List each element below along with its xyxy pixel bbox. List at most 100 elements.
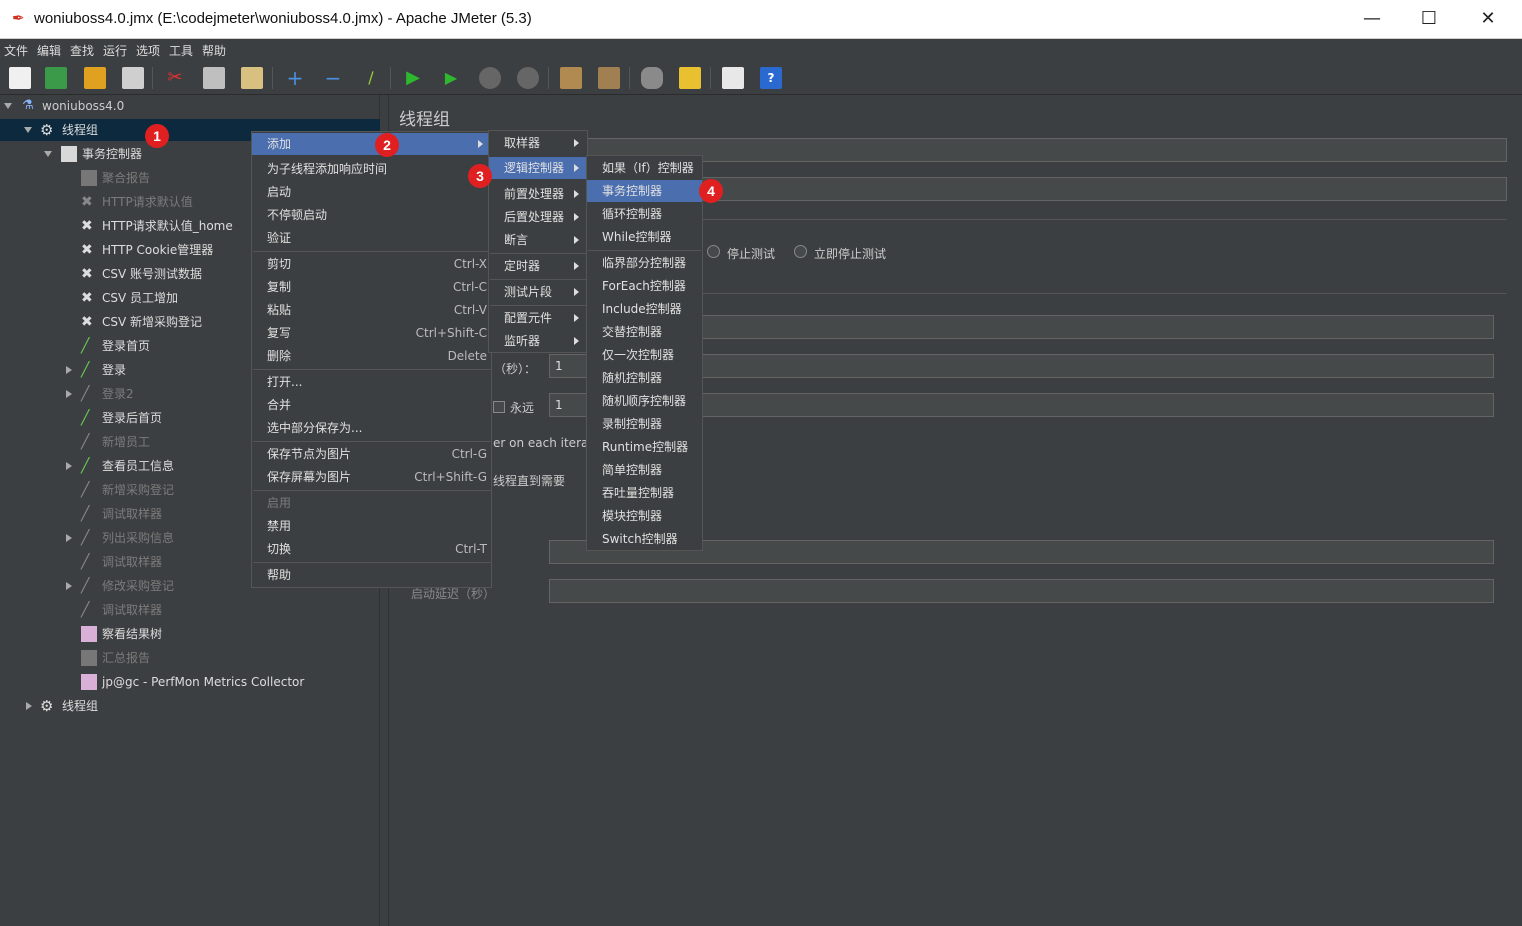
menu-item-save-screen-image[interactable]: 保存屏幕为图片 Ctrl+Shift-G — [252, 466, 491, 488]
tree-root[interactable]: ⚗ woniuboss4.0 — [0, 95, 380, 117]
menu-item-start-no-pause[interactable]: 不停顿启动 — [252, 204, 491, 226]
menu-edit[interactable]: 编辑 — [37, 42, 61, 59]
submenu-item-if-controller[interactable]: 如果（If）控制器 — [587, 157, 702, 179]
stop-test-now-radio[interactable] — [794, 245, 807, 258]
toggle-icon[interactable]: ∕ — [360, 67, 382, 89]
menu-item-disable[interactable]: 禁用 — [252, 515, 491, 537]
menu-help[interactable]: 帮助 — [202, 42, 226, 59]
save-icon[interactable] — [122, 67, 144, 89]
expand-icon[interactable]: + — [284, 67, 306, 89]
menu-run[interactable]: 运行 — [103, 42, 127, 59]
menu-item-save-selection[interactable]: 选中部分保存为... — [252, 417, 491, 439]
context-menu: 添加 为子线程添加响应时间 启动 不停顿启动 验证 剪切 Ctrl-X 复制 Ctr… — [251, 131, 492, 588]
forever-checkbox[interactable] — [493, 401, 505, 413]
submenu-post-processors[interactable]: 后置处理器 — [489, 206, 587, 228]
menu-item-toggle[interactable]: 切换 Ctrl-T — [252, 538, 491, 560]
submenu-item-simple-controller[interactable]: 简单控制器 — [587, 459, 702, 481]
submenu-listener[interactable]: 监听器 — [489, 330, 587, 352]
controller-icon — [61, 146, 77, 162]
menu-item-validate[interactable]: 验证 — [252, 227, 491, 249]
submenu-logic-controller[interactable]: 逻辑控制器 — [489, 157, 587, 179]
menu-item-start[interactable]: 启动 — [252, 181, 491, 203]
stop-test-now-label: 立即停止测试 — [814, 247, 887, 261]
submenu-pre-processors[interactable]: 前置处理器 — [489, 183, 587, 205]
search-icon[interactable] — [641, 67, 663, 89]
cut-icon[interactable]: ✂ — [164, 67, 186, 89]
close-button[interactable]: ✕ — [1473, 6, 1503, 32]
submenu-item-once-only-controller[interactable]: 仅一次控制器 — [587, 344, 702, 366]
tree-item-thread-group-2[interactable]: ⚙ 线程组 — [0, 695, 380, 717]
minimize-button[interactable]: — — [1357, 6, 1387, 32]
pipette-icon: ╱ — [81, 482, 90, 498]
wrench-icon: ✖ — [81, 290, 93, 306]
submenu-test-fragment[interactable]: 测试片段 — [489, 281, 587, 303]
menu-file[interactable]: 文件 — [4, 42, 28, 59]
menu-item-merge[interactable]: 合并 — [252, 394, 491, 416]
menu-item-add[interactable]: 添加 — [252, 133, 491, 155]
submenu-item-runtime-controller[interactable]: Runtime控制器 — [587, 436, 702, 458]
gear-icon: ⚙ — [40, 697, 54, 715]
pipette-icon: ╱ — [81, 386, 90, 402]
menu-item-paste[interactable]: 粘贴 Ctrl-V — [252, 299, 491, 321]
templates-icon[interactable] — [45, 67, 67, 89]
clear-icon[interactable] — [560, 67, 582, 89]
submenu-arrow-icon — [574, 337, 579, 345]
tree-item-debug-sampler[interactable]: ╱ 调试取样器 — [0, 599, 380, 621]
clear-all-icon[interactable] — [598, 67, 620, 89]
menu-item-duplicate[interactable]: 复写 Ctrl+Shift-C — [252, 322, 491, 344]
submenu-item-foreach-controller[interactable]: ForEach控制器 — [587, 275, 702, 297]
submenu-item-loop-controller[interactable]: 循环控制器 — [587, 203, 702, 225]
submenu-item-recording-controller[interactable]: 录制控制器 — [587, 413, 702, 435]
pipette-icon: ╱ — [81, 554, 90, 570]
collapse-icon[interactable]: − — [322, 67, 344, 89]
shutdown-icon[interactable] — [517, 67, 539, 89]
menu-options[interactable]: 选项 — [136, 42, 160, 59]
new-icon[interactable] — [9, 67, 31, 89]
submenu-timer[interactable]: 定时器 — [489, 255, 587, 277]
copy-icon[interactable] — [203, 67, 225, 89]
start-no-pause-icon[interactable]: ▶ — [440, 67, 462, 89]
menu-item-copy[interactable]: 复制 Ctrl-C — [252, 276, 491, 298]
menu-item-delete[interactable]: 删除 Delete — [252, 345, 491, 367]
submenu-item-module-controller[interactable]: 模块控制器 — [587, 505, 702, 527]
reset-search-icon[interactable] — [679, 67, 701, 89]
menu-item-add-think-times[interactable]: 为子线程添加响应时间 — [252, 158, 491, 180]
help-icon[interactable]: ? — [760, 67, 782, 89]
submenu-item-while-controller[interactable]: While控制器 — [587, 226, 702, 248]
stop-test-radio[interactable] — [707, 245, 720, 258]
submenu-sampler[interactable]: 取样器 — [489, 132, 587, 154]
submenu-item-include-controller[interactable]: Include控制器 — [587, 298, 702, 320]
open-icon[interactable] — [84, 67, 106, 89]
menu-item-cut[interactable]: 剪切 Ctrl-X — [252, 253, 491, 275]
tree-item-view-results-tree[interactable]: 察看结果树 — [0, 623, 380, 645]
menu-item-save-node-image[interactable]: 保存节点为图片 Ctrl-G — [252, 443, 491, 465]
maximize-button[interactable]: ☐ — [1414, 6, 1444, 32]
start-icon[interactable]: ▶ — [402, 67, 424, 89]
menu-search[interactable]: 查找 — [70, 42, 94, 59]
chart-icon — [81, 170, 97, 186]
submenu-item-throughput-controller[interactable]: 吞吐量控制器 — [587, 482, 702, 504]
submenu-item-critical-section[interactable]: 临界部分控制器 — [587, 252, 702, 274]
function-helper-icon[interactable] — [722, 67, 744, 89]
paste-icon[interactable] — [241, 67, 263, 89]
menu-item-enable: 启用 — [267, 496, 292, 510]
pipette-icon: ╱ — [81, 506, 90, 522]
menu-item-open[interactable]: 打开... — [252, 371, 491, 393]
stop-icon[interactable] — [479, 67, 501, 89]
submenu-item-transaction-controller[interactable]: 事务控制器 — [587, 180, 702, 202]
submenu-item-switch-controller[interactable]: Switch控制器 — [587, 528, 702, 550]
title-bar: ✒ woniuboss4.0.jmx (E:\codejmeter\woniub… — [0, 0, 1522, 39]
tree-item-perfmon[interactable]: jp@gc - PerfMon Metrics Collector — [0, 671, 380, 693]
menu-item-help[interactable]: 帮助 — [252, 564, 491, 586]
submenu-item-random-controller[interactable]: 随机控制器 — [587, 367, 702, 389]
startup-delay-field[interactable] — [549, 579, 1494, 603]
submenu-config-element[interactable]: 配置元件 — [489, 307, 587, 329]
wrench-icon: ✖ — [81, 242, 93, 258]
step-badge-3: 3 — [468, 164, 492, 188]
menu-tools[interactable]: 工具 — [169, 42, 193, 59]
jmeter-feather-icon: ✒ — [12, 9, 25, 27]
submenu-assertions[interactable]: 断言 — [489, 229, 587, 251]
tree-item-summary-report[interactable]: 汇总报告 — [0, 647, 380, 669]
submenu-item-random-order-controller[interactable]: 随机顺序控制器 — [587, 390, 702, 412]
submenu-item-interleave-controller[interactable]: 交替控制器 — [587, 321, 702, 343]
